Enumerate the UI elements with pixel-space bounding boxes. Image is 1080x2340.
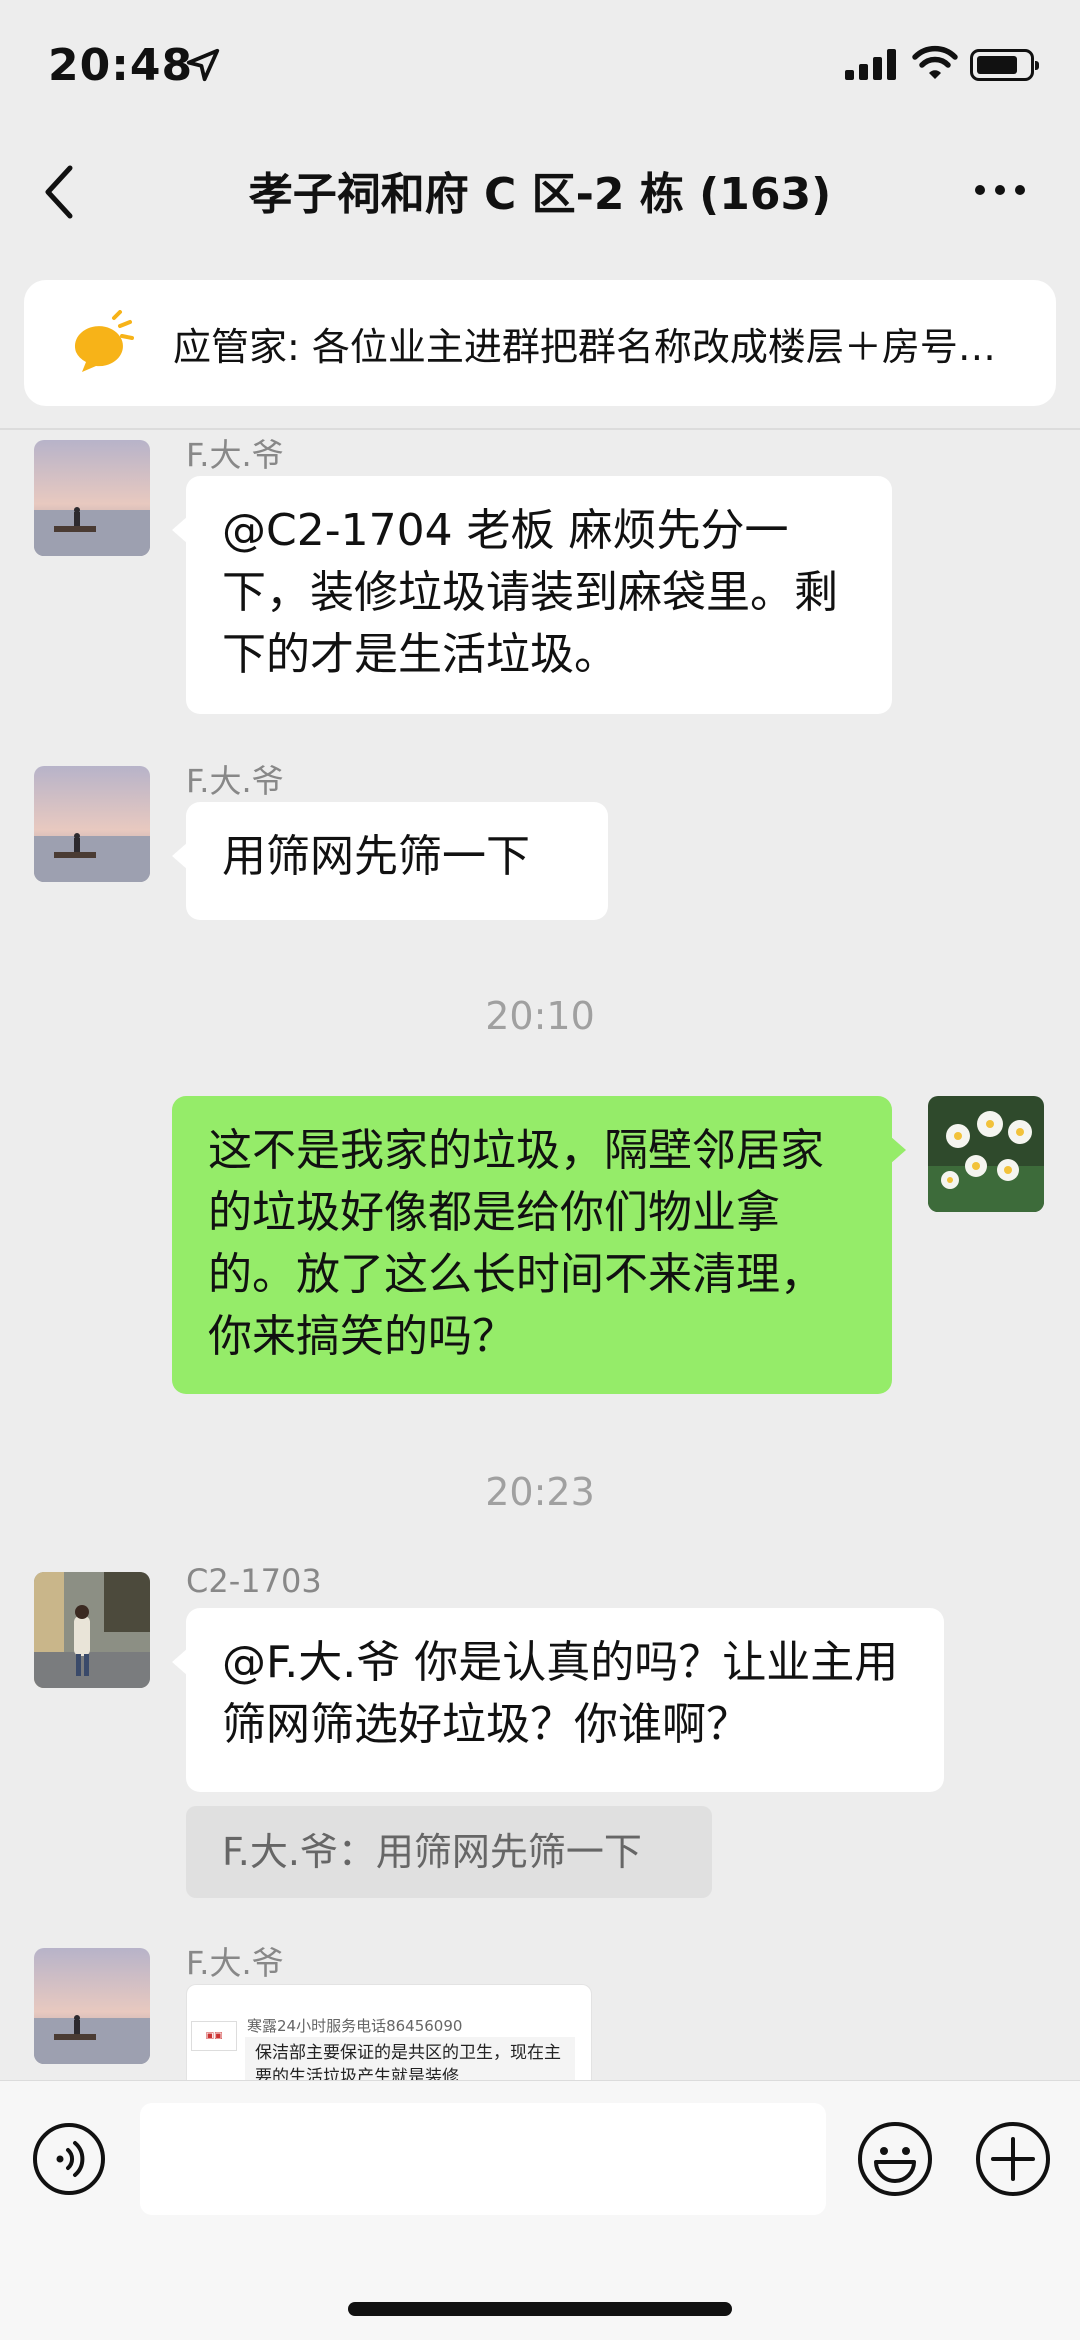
home-indicator [348,2302,732,2316]
emoji-icon[interactable] [856,2120,934,2198]
wifi-icon [912,45,958,79]
avatar[interactable] [34,1572,150,1688]
message-bubble[interactable]: @F.大.爷 你是认真的吗？让业主用筛网筛选好垃圾？你谁啊？ [172,1608,944,1792]
message-bubble[interactable]: 用筛网先筛一下 [172,802,608,920]
location-arrow-icon [186,48,220,82]
message-bubble[interactable]: @C2-1704 老板 麻烦先分一下，装修垃圾请装到麻袋里。剩下的才是生活垃圾。 [172,476,892,714]
chat-timestamp: 20:23 [485,1470,595,1514]
battery-icon [970,49,1039,81]
voice-icon[interactable] [32,2122,106,2196]
avatar[interactable] [34,766,150,882]
avatar[interactable] [34,1948,150,2064]
plus-icon[interactable] [974,2120,1052,2198]
more-icon[interactable] [970,170,1030,210]
image-body-text: 保洁部主要保证的是共区的卫生，现在主要的生活垃圾产生就是装修 [245,2037,575,2081]
group-notice-text: 应管家: 各位业主进群把群名称改成楼层＋房号，方便沟通 [173,325,1023,369]
image-message[interactable]: ▣▣ 寒露24小时服务电话86456090 保洁部主要保证的是共区的卫生，现在主… [186,1984,592,2081]
avatar[interactable] [34,440,150,556]
sender-name: F.大.爷 [186,436,284,474]
status-time: 20:48 [48,40,194,91]
avatar-self[interactable] [928,1096,1044,1212]
chat-title: 孝子祠和府 C 区-2 栋 (163) [248,169,832,220]
chat-timestamp: 20:10 [485,994,595,1038]
cellular-signal-icon [845,49,896,80]
logo-icon: ▣▣ [191,2021,237,2051]
quoted-message[interactable]: F.大.爷：用筛网先筛一下 [186,1806,712,1898]
divider [0,428,1080,430]
image-header-text: 寒露24小时服务电话86456090 [247,2017,463,2035]
message-bubble-self[interactable]: 这不是我家的垃圾，隔壁邻居家的垃圾好像都是给你们物业拿的。放了这么长时间不来清理… [172,1096,906,1394]
sender-name: C2-1703 [186,1562,322,1600]
speaker-bubble-icon [74,310,134,372]
message-input[interactable] [140,2103,826,2215]
sender-name: F.大.爷 [186,1944,284,1982]
sender-name: F.大.爷 [186,762,284,800]
